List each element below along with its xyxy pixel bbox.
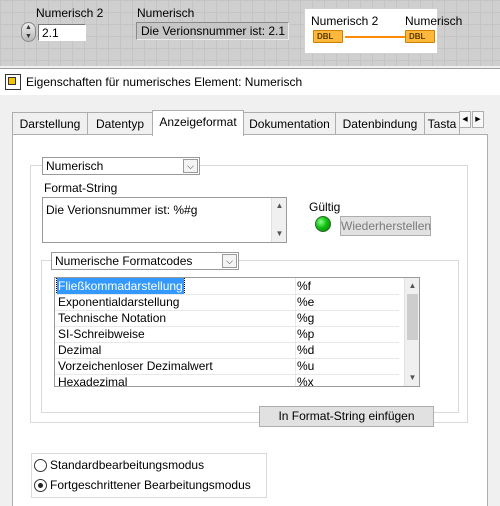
insert-into-format-string-button[interactable]: In Format-String einfügen <box>259 406 434 427</box>
tab-scroll-left-icon[interactable]: ◀ <box>459 111 471 128</box>
tab-datenbindung[interactable]: Datenbindung <box>335 112 425 134</box>
code-name: Technische Notation <box>58 311 167 325</box>
code-value: %d <box>297 343 315 357</box>
control-label: Numerisch 2 <box>36 6 104 20</box>
format-string-label: Format-String <box>44 181 118 195</box>
dbl-indicator-terminal[interactable]: DBL <box>405 30 435 43</box>
scroll-up-icon[interactable]: ▲ <box>405 279 419 293</box>
code-name: Hexadezimal <box>58 375 128 387</box>
format-string-input[interactable]: Die Verionsnummer ist: %#g ▲ ▼ <box>42 197 287 243</box>
code-value: %p <box>297 327 315 341</box>
valid-label: Gültig <box>309 200 341 214</box>
bd-right-label: Numerisch <box>405 14 463 28</box>
code-name: Dezimal <box>58 343 102 357</box>
properties-dialog: Eigenschaften für numerisches Element: N… <box>0 68 500 506</box>
scroll-up-icon[interactable]: ▲ <box>272 199 286 213</box>
type-select[interactable]: Numerisch ⌵ <box>42 157 200 175</box>
format-string-scrollbar[interactable]: ▲ ▼ <box>271 198 286 242</box>
chevron-down-icon[interactable]: ⌵ <box>222 254 237 268</box>
list-item[interactable]: Exponentialdarstellung %e <box>55 294 404 310</box>
list-item[interactable]: Dezimal %d <box>55 342 404 358</box>
list-item[interactable]: Fließkommadarstellung %f <box>55 278 404 295</box>
string-indicator: Die Verionsnummer ist: 2.1 <box>136 22 289 40</box>
tab-tasta[interactable]: Tasta <box>424 112 460 134</box>
tab-darstellung[interactable]: Darstellung <box>12 112 88 134</box>
indicator-label: Numerisch <box>137 6 195 20</box>
numeric-control[interactable]: 2.1 <box>38 24 86 41</box>
restore-button[interactable]: Wiederherstellen <box>340 216 431 236</box>
radio-standard-mode[interactable] <box>34 459 47 472</box>
code-name: Exponentialdarstellung <box>58 295 180 309</box>
advanced-mode-label[interactable]: Fortgeschrittener Bearbeitungsmodus <box>50 478 251 492</box>
code-name: SI-Schreibweise <box>58 327 145 341</box>
block-diagram-snippet: Numerisch 2 Numerisch DBL DBL <box>304 8 462 54</box>
dbl-control-terminal[interactable]: DBL <box>313 30 343 43</box>
front-panel: Numerisch 2 ▲ ▼ 2.1 Numerisch Die Verions… <box>0 0 500 66</box>
dialog-title: Eigenschaften für numerisches Element: N… <box>26 75 303 89</box>
chevron-down-icon[interactable]: ⌵ <box>183 159 198 173</box>
code-value: %u <box>297 359 315 373</box>
column-divider <box>295 278 296 386</box>
tab-datentyp[interactable]: Datentyp <box>87 112 153 134</box>
codes-select-value: Numerische Formatcodes <box>55 254 193 268</box>
code-value: %g <box>297 311 315 325</box>
dbl-control-terminal-label: DBL <box>317 32 334 41</box>
format-string-value: Die Verionsnummer ist: %#g <box>46 203 198 217</box>
tab-dokumentation[interactable]: Dokumentation <box>243 112 336 134</box>
codes-select[interactable]: Numerische Formatcodes ⌵ <box>51 252 239 270</box>
tab-anzeigeformat[interactable]: Anzeigeformat <box>152 110 244 136</box>
scroll-down-icon[interactable]: ▼ <box>272 227 286 241</box>
code-name: Vorzeichenloser Dezimalwert <box>58 359 213 373</box>
bd-left-label: Numerisch 2 <box>311 14 379 28</box>
labview-app-icon <box>5 74 21 90</box>
tab-scroll-right-icon[interactable]: ▶ <box>472 111 484 128</box>
format-codes-list[interactable]: Fließkommadarstellung %f Exponentialdars… <box>54 277 420 387</box>
code-value: %e <box>297 295 315 309</box>
standard-mode-label[interactable]: Standardbearbeitungsmodus <box>50 458 204 472</box>
scroll-thumb[interactable] <box>407 294 418 340</box>
wire <box>345 36 405 38</box>
tab-page-anzeigeformat: Numerisch ⌵ Format-String Die Verionsnum… <box>12 134 488 506</box>
dialog-titlebar[interactable]: Eigenschaften für numerisches Element: N… <box>0 69 500 95</box>
list-item[interactable]: SI-Schreibweise %p <box>55 326 404 342</box>
type-select-value: Numerisch <box>46 159 104 173</box>
code-value: %x <box>297 375 314 387</box>
radio-advanced-mode[interactable] <box>34 479 47 492</box>
list-item[interactable]: Hexadezimal %x <box>55 374 404 387</box>
codes-list-scrollbar[interactable]: ▲ ▼ <box>404 278 419 386</box>
list-item[interactable]: Vorzeichenloser Dezimalwert %u <box>55 358 404 374</box>
list-item[interactable]: Technische Notation %g <box>55 310 404 326</box>
scroll-down-icon[interactable]: ▼ <box>405 371 419 385</box>
dbl-indicator-terminal-label: DBL <box>409 32 426 41</box>
valid-led-icon <box>315 216 331 232</box>
code-name: Fließkommadarstellung <box>56 278 185 295</box>
increment-decrement-spinner[interactable]: ▲ ▼ <box>21 22 36 42</box>
code-value: %f <box>297 279 312 293</box>
